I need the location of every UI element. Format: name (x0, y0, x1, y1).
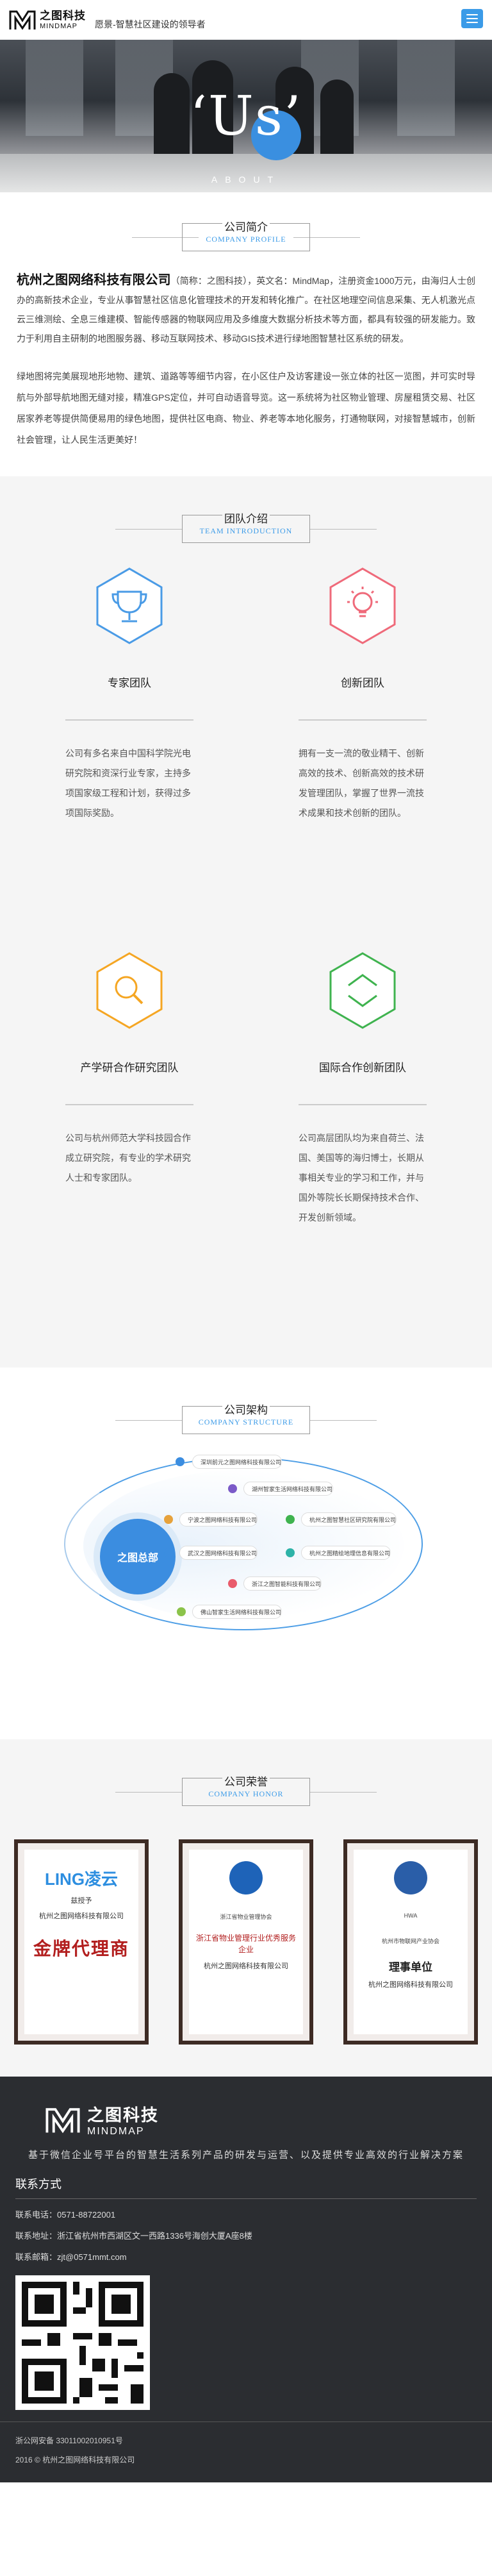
logo-mark-icon (45, 2107, 80, 2133)
contact-phone: 联系电话：0571-88722001 (15, 2210, 116, 2220)
section-title: 团队介绍 TEAM INTRODUCTION (0, 513, 492, 553)
team-section: 团队介绍 TEAM INTRODUCTION 专家团队 公司有多名来自中国科学院… (0, 476, 492, 1367)
banner-subtitle: ABOUT (211, 174, 281, 185)
logo-mark-icon (9, 10, 36, 30)
company-logo[interactable]: 之图科技 MINDMAP (9, 9, 86, 31)
cert-title: 金牌代理商 (33, 1939, 129, 1959)
cert-brand: LING凌云 (44, 1869, 119, 1889)
footer-logo-cn: 之图科技 (87, 2105, 160, 2125)
section-title-en: TEAM INTRODUCTION (199, 526, 293, 535)
certificate-card[interactable]: 浙江省物业管理协会 浙江省物业管理行业优秀服务企业 杭州之图网络科技有限公司 (179, 1839, 313, 2045)
footer-logo-en: MINDMAP (87, 2126, 145, 2137)
section-title: 公司荣誉 COMPANY HONOR (0, 1776, 492, 1816)
lightbulb-icon (329, 567, 396, 644)
org-node[interactable]: 湖州智家生活网络科技有限公司 (243, 1482, 334, 1496)
footer-logo[interactable]: 之图科技 MINDMAP (44, 2102, 477, 2137)
profile-paragraph-2: 绿地图将完美展现地形地物、建筑、道路等等细节内容，在小区住户及访客建设一张立体的… (17, 371, 475, 445)
section-title-en: COMPANY HONOR (208, 1789, 284, 1798)
team-card[interactable]: 创新团队 拥有一支一流的敬业精干、创新高效的技术、创新高效的技术研发管理团队，掌… (286, 566, 439, 823)
team-name: 专家团队 (108, 677, 151, 689)
section-title-cn: 团队介绍 (224, 513, 268, 525)
section-title: 公司简介 COMPANY PROFILE (17, 221, 475, 262)
qr-code-icon (15, 2275, 150, 2410)
org-node[interactable]: 杭州之图智慧社区研究院有限公司 (301, 1512, 397, 1526)
qr-code (15, 2275, 150, 2410)
honor-section: 公司荣誉 COMPANY HONOR LING凌云 兹授予 杭州之图网络科技有限… (0, 1739, 492, 2077)
org-node[interactable]: 宁波之图网络科技有限公司 (179, 1512, 258, 1526)
header-slogan: 愿景-智慧社区建设的领导者 (95, 19, 206, 29)
team-name: 创新团队 (341, 677, 384, 689)
team-description: 公司高层团队均为来自荷兰、法国、美国等的海归博士，长期从事相关专业的学习和工作，… (299, 1133, 424, 1223)
team-name: 产学研合作研究团队 (80, 1062, 179, 1074)
org-chart: 之图总部 深圳前元之图网络科技有限公司 湖州智家生活网络科技有限公司 宁波之图网… (0, 1432, 492, 1688)
about-banner: ‘Us’ ABOUT (0, 40, 492, 192)
section-title-en: COMPANY PROFILE (206, 235, 286, 244)
site-header: 之图科技 MINDMAP 愿景-智慧社区建设的领导者 (0, 0, 492, 40)
cert-title: 理事单位 (389, 1961, 432, 1973)
menu-button[interactable] (461, 9, 483, 28)
footer-slogan: 基于微信企业号平台的智慧生活系列产品的研发与运营、以及提供专业高效的行业解决方案 (28, 2150, 464, 2161)
exchange-icon (329, 952, 396, 1029)
site-footer: 之图科技 MINDMAP 基于微信企业号平台的智慧生活系列产品的研发与运营、以及… (0, 2077, 492, 2482)
org-node[interactable]: 深圳前元之图网络科技有限公司 (192, 1455, 283, 1469)
section-title-en: COMPANY STRUCTURE (198, 1418, 294, 1426)
section-title-cn: 公司架构 (224, 1404, 268, 1416)
trophy-icon (96, 567, 163, 644)
hwa-logo-icon (394, 1861, 427, 1894)
copyright: 2016 © 杭州之图网络科技有限公司 (15, 2455, 135, 2464)
team-description: 公司与杭州师范大学科技园合作成立研究院，有专业的学术研究人士和专家团队。 (65, 1133, 191, 1183)
cert-title: 浙江省物业管理行业优秀服务企业 (195, 1934, 296, 1954)
logo-name-cn: 之图科技 (40, 9, 86, 22)
certificate-card[interactable]: LING凌云 兹授予 杭州之图网络科技有限公司 金牌代理商 (14, 1839, 149, 2045)
team-card[interactable]: 产学研合作研究团队 公司与杭州师范大学科技园合作成立研究院，有专业的学术研究人士… (53, 951, 206, 1188)
section-title-cn: 公司荣誉 (224, 1776, 268, 1788)
org-node[interactable]: 杭州之图精绘地理信息有限公司 (301, 1546, 391, 1560)
contact-address: 联系地址：浙江省杭州市西湖区文一西路1336号海创大厦A座8楼 (15, 2231, 252, 2241)
org-node[interactable]: 武汉之图网络科技有限公司 (179, 1546, 258, 1560)
org-node[interactable]: 浙江之图智能科技有限公司 (243, 1577, 322, 1591)
company-profile-section: 公司简介 COMPANY PROFILE 杭州之图网络科技有限公司（简称：之图科… (0, 192, 492, 476)
team-name: 国际合作创新团队 (319, 1062, 406, 1074)
magnifier-icon (96, 952, 163, 1029)
team-description: 公司有多名来自中国科学院光电研究院和资深行业专家，主持多项国家级工程和计划，获得… (65, 748, 191, 818)
company-name: 杭州之图网络科技有限公司 (17, 273, 171, 287)
beian-number[interactable]: 浙公网安备 33011002010951号 (15, 2431, 477, 2450)
certificate-card[interactable]: HWA 杭州市物联网产业协会 理事单位 杭州之图网络科技有限公司 (343, 1839, 478, 2045)
profile-paragraph: 杭州之图网络科技有限公司（简称：之图科技），英文名：MindMap，注册资金10… (17, 273, 475, 344)
banner-title: ‘Us’ (190, 85, 302, 147)
team-card[interactable]: 专家团队 公司有多名来自中国科学院光电研究院和资深行业专家，主持多项国家级工程和… (53, 566, 206, 823)
logo-name-en: MINDMAP (40, 22, 78, 30)
team-description: 拥有一支一流的敬业精干、创新高效的技术、创新高效的技术研发管理团队，掌握了世界一… (299, 748, 424, 818)
org-node[interactable]: 佛山智家生活网络科技有限公司 (192, 1605, 283, 1619)
association-logo-icon (229, 1861, 263, 1894)
org-center: 之图总部 (100, 1519, 176, 1594)
contact-email: 联系邮箱：zjt@0571mmt.com (15, 2252, 127, 2262)
contact-title: 联系方式 (15, 2178, 62, 2191)
section-title-cn: 公司简介 (224, 221, 268, 233)
hamburger-icon (466, 14, 478, 15)
team-card[interactable]: 国际合作创新团队 公司高层团队均为来自荷兰、法国、美国等的海归博士，长期从事相关… (286, 951, 439, 1228)
structure-section: 公司架构 COMPANY STRUCTURE 之图总部 深圳前元之图网络科技有限… (0, 1367, 492, 1739)
